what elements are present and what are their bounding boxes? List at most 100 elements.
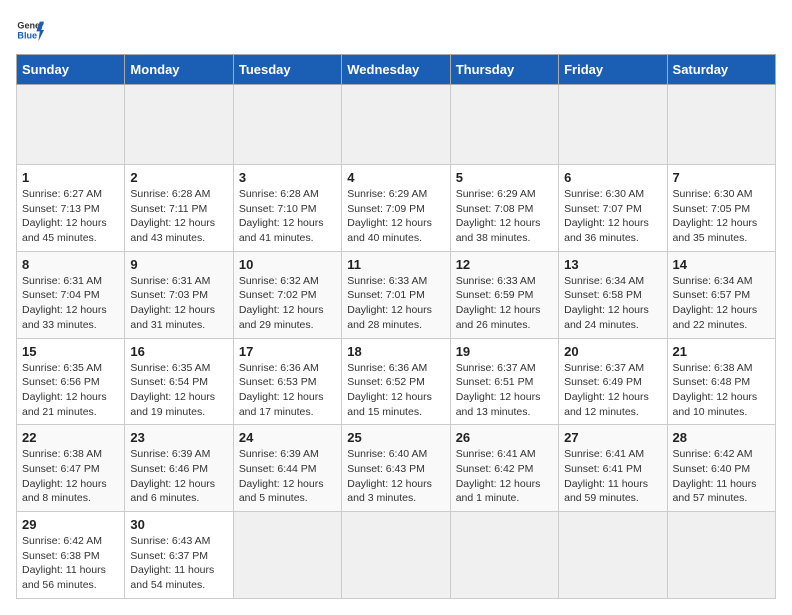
calendar-day-cell: 4 Sunrise: 6:29 AM Sunset: 7:09 PM Dayli… <box>342 165 450 252</box>
day-number: 25 <box>347 430 444 445</box>
calendar-day-cell <box>667 512 775 599</box>
sunset-label: Sunset: 7:08 PM <box>456 203 534 215</box>
calendar-day-cell: 18 Sunrise: 6:36 AM Sunset: 6:52 PM Dayl… <box>342 338 450 425</box>
calendar-week-row: 29 Sunrise: 6:42 AM Sunset: 6:38 PM Dayl… <box>17 512 776 599</box>
svg-text:Blue: Blue <box>17 30 37 40</box>
day-number: 26 <box>456 430 553 445</box>
day-number: 23 <box>130 430 227 445</box>
sunrise-label: Sunrise: 6:39 AM <box>130 448 210 460</box>
calendar-day-cell <box>233 85 341 165</box>
sunrise-label: Sunrise: 6:28 AM <box>130 188 210 200</box>
sunrise-label: Sunrise: 6:30 AM <box>564 188 644 200</box>
daylight-label: Daylight: 11 hours and 59 minutes. <box>564 478 648 505</box>
calendar-day-cell: 8 Sunrise: 6:31 AM Sunset: 7:04 PM Dayli… <box>17 251 125 338</box>
sunrise-label: Sunrise: 6:40 AM <box>347 448 427 460</box>
sunrise-label: Sunrise: 6:41 AM <box>564 448 644 460</box>
day-of-week-header: Monday <box>125 55 233 85</box>
sunset-label: Sunset: 6:49 PM <box>564 376 642 388</box>
day-info: Sunrise: 6:42 AM Sunset: 6:40 PM Dayligh… <box>673 447 770 506</box>
daylight-label: Daylight: 12 hours and 10 minutes. <box>673 391 758 418</box>
calendar-day-cell: 13 Sunrise: 6:34 AM Sunset: 6:58 PM Dayl… <box>559 251 667 338</box>
sunset-label: Sunset: 6:42 PM <box>456 463 534 475</box>
day-info: Sunrise: 6:30 AM Sunset: 7:05 PM Dayligh… <box>673 187 770 246</box>
day-number: 24 <box>239 430 336 445</box>
calendar-day-cell: 26 Sunrise: 6:41 AM Sunset: 6:42 PM Dayl… <box>450 425 558 512</box>
page-header: General Blue <box>16 16 776 44</box>
daylight-label: Daylight: 12 hours and 41 minutes. <box>239 217 324 244</box>
daylight-label: Daylight: 12 hours and 22 minutes. <box>673 304 758 331</box>
day-number: 10 <box>239 257 336 272</box>
calendar-day-cell: 30 Sunrise: 6:43 AM Sunset: 6:37 PM Dayl… <box>125 512 233 599</box>
calendar-day-cell: 15 Sunrise: 6:35 AM Sunset: 6:56 PM Dayl… <box>17 338 125 425</box>
sunrise-label: Sunrise: 6:32 AM <box>239 275 319 287</box>
sunrise-label: Sunrise: 6:30 AM <box>673 188 753 200</box>
sunset-label: Sunset: 7:05 PM <box>673 203 751 215</box>
calendar-day-cell: 16 Sunrise: 6:35 AM Sunset: 6:54 PM Dayl… <box>125 338 233 425</box>
day-info: Sunrise: 6:28 AM Sunset: 7:11 PM Dayligh… <box>130 187 227 246</box>
day-info: Sunrise: 6:36 AM Sunset: 6:53 PM Dayligh… <box>239 361 336 420</box>
sunset-label: Sunset: 6:47 PM <box>22 463 100 475</box>
daylight-label: Daylight: 12 hours and 6 minutes. <box>130 478 215 505</box>
day-number: 4 <box>347 170 444 185</box>
day-info: Sunrise: 6:35 AM Sunset: 6:56 PM Dayligh… <box>22 361 119 420</box>
calendar-day-cell: 19 Sunrise: 6:37 AM Sunset: 6:51 PM Dayl… <box>450 338 558 425</box>
calendar-day-cell: 14 Sunrise: 6:34 AM Sunset: 6:57 PM Dayl… <box>667 251 775 338</box>
day-info: Sunrise: 6:34 AM Sunset: 6:57 PM Dayligh… <box>673 274 770 333</box>
sunrise-label: Sunrise: 6:28 AM <box>239 188 319 200</box>
calendar-header-row: SundayMondayTuesdayWednesdayThursdayFrid… <box>17 55 776 85</box>
day-info: Sunrise: 6:29 AM Sunset: 7:08 PM Dayligh… <box>456 187 553 246</box>
logo-icon: General Blue <box>16 16 44 44</box>
sunset-label: Sunset: 7:01 PM <box>347 289 425 301</box>
sunset-label: Sunset: 6:44 PM <box>239 463 317 475</box>
day-info: Sunrise: 6:36 AM Sunset: 6:52 PM Dayligh… <box>347 361 444 420</box>
calendar-week-row: 22 Sunrise: 6:38 AM Sunset: 6:47 PM Dayl… <box>17 425 776 512</box>
calendar-day-cell: 22 Sunrise: 6:38 AM Sunset: 6:47 PM Dayl… <box>17 425 125 512</box>
sunset-label: Sunset: 6:38 PM <box>22 550 100 562</box>
sunrise-label: Sunrise: 6:34 AM <box>673 275 753 287</box>
calendar-day-cell: 7 Sunrise: 6:30 AM Sunset: 7:05 PM Dayli… <box>667 165 775 252</box>
sunset-label: Sunset: 6:41 PM <box>564 463 642 475</box>
calendar-day-cell <box>559 512 667 599</box>
daylight-label: Daylight: 12 hours and 28 minutes. <box>347 304 432 331</box>
day-number: 1 <box>22 170 119 185</box>
day-info: Sunrise: 6:37 AM Sunset: 6:49 PM Dayligh… <box>564 361 661 420</box>
day-number: 3 <box>239 170 336 185</box>
day-info: Sunrise: 6:29 AM Sunset: 7:09 PM Dayligh… <box>347 187 444 246</box>
calendar-day-cell: 5 Sunrise: 6:29 AM Sunset: 7:08 PM Dayli… <box>450 165 558 252</box>
day-number: 6 <box>564 170 661 185</box>
sunset-label: Sunset: 7:10 PM <box>239 203 317 215</box>
sunset-label: Sunset: 6:52 PM <box>347 376 425 388</box>
day-number: 17 <box>239 344 336 359</box>
day-number: 13 <box>564 257 661 272</box>
day-number: 19 <box>456 344 553 359</box>
daylight-label: Daylight: 12 hours and 8 minutes. <box>22 478 107 505</box>
daylight-label: Daylight: 12 hours and 40 minutes. <box>347 217 432 244</box>
daylight-label: Daylight: 12 hours and 24 minutes. <box>564 304 649 331</box>
sunrise-label: Sunrise: 6:31 AM <box>22 275 102 287</box>
day-number: 29 <box>22 517 119 532</box>
calendar-day-cell: 29 Sunrise: 6:42 AM Sunset: 6:38 PM Dayl… <box>17 512 125 599</box>
calendar-week-row: 1 Sunrise: 6:27 AM Sunset: 7:13 PM Dayli… <box>17 165 776 252</box>
day-info: Sunrise: 6:42 AM Sunset: 6:38 PM Dayligh… <box>22 534 119 593</box>
sunset-label: Sunset: 7:04 PM <box>22 289 100 301</box>
day-number: 20 <box>564 344 661 359</box>
sunrise-label: Sunrise: 6:38 AM <box>673 362 753 374</box>
day-info: Sunrise: 6:37 AM Sunset: 6:51 PM Dayligh… <box>456 361 553 420</box>
day-number: 28 <box>673 430 770 445</box>
sunset-label: Sunset: 6:59 PM <box>456 289 534 301</box>
calendar-day-cell: 24 Sunrise: 6:39 AM Sunset: 6:44 PM Dayl… <box>233 425 341 512</box>
day-info: Sunrise: 6:38 AM Sunset: 6:48 PM Dayligh… <box>673 361 770 420</box>
sunrise-label: Sunrise: 6:29 AM <box>347 188 427 200</box>
day-of-week-header: Thursday <box>450 55 558 85</box>
calendar-day-cell: 23 Sunrise: 6:39 AM Sunset: 6:46 PM Dayl… <box>125 425 233 512</box>
calendar-day-cell: 9 Sunrise: 6:31 AM Sunset: 7:03 PM Dayli… <box>125 251 233 338</box>
sunrise-label: Sunrise: 6:42 AM <box>673 448 753 460</box>
calendar-day-cell <box>125 85 233 165</box>
sunset-label: Sunset: 6:53 PM <box>239 376 317 388</box>
daylight-label: Daylight: 12 hours and 15 minutes. <box>347 391 432 418</box>
calendar-day-cell: 6 Sunrise: 6:30 AM Sunset: 7:07 PM Dayli… <box>559 165 667 252</box>
sunrise-label: Sunrise: 6:42 AM <box>22 535 102 547</box>
day-info: Sunrise: 6:39 AM Sunset: 6:46 PM Dayligh… <box>130 447 227 506</box>
calendar-day-cell: 2 Sunrise: 6:28 AM Sunset: 7:11 PM Dayli… <box>125 165 233 252</box>
day-number: 9 <box>130 257 227 272</box>
